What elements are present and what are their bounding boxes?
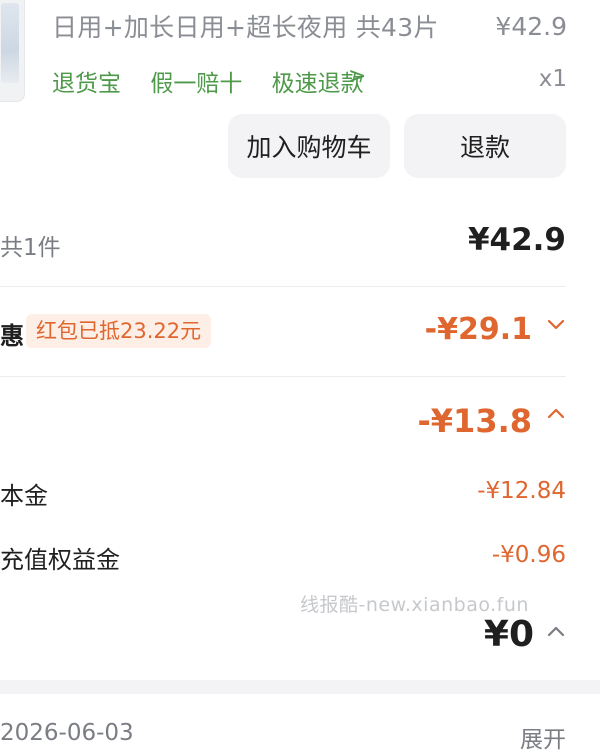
refund-button[interactable]: 退款 <box>404 114 566 178</box>
item-count: 共1件 <box>0 235 61 261</box>
redpack-badge: 红包已抵23.22元 <box>26 314 212 348</box>
service-tags[interactable]: 退货宝 假一赔十 极速退款 <box>52 64 368 98</box>
expand-label: 展开 <box>520 727 566 753</box>
product-variant: 日用+加长日用+超长夜用 共43片 <box>52 13 439 42</box>
chevron-down-icon[interactable] <box>546 314 566 340</box>
product-thumbnail[interactable] <box>0 0 25 102</box>
order-date: 2026-06-03 <box>0 720 134 746</box>
allowance-item-label: 充值权益金 <box>0 546 120 574</box>
watermark: 线报酷-new.xianbao.fun <box>300 594 529 616</box>
order-total: ¥42.9 <box>467 222 566 258</box>
tag-counterfeit-guarantee: 假一赔十 <box>150 71 243 97</box>
expand-button[interactable]: 展开 <box>520 720 566 754</box>
product-image <box>1 3 19 83</box>
allowance-item-value: -¥0.96 <box>491 542 566 568</box>
quantity: x1 <box>538 66 567 92</box>
unit-price: ¥42.9 <box>495 12 567 41</box>
allowance-amount: -¥13.8 <box>417 402 533 440</box>
divider <box>0 376 566 377</box>
add-to-cart-button[interactable]: 加入购物车 <box>228 114 390 178</box>
discount-amount: -¥29.1 <box>424 312 532 347</box>
allowance-item-label: 本金 <box>0 482 48 510</box>
divider <box>0 286 566 287</box>
tag-return-insurance: 退货宝 <box>52 71 121 97</box>
allowance-item-value: -¥12.84 <box>477 478 566 504</box>
chevron-right-icon[interactable]: > <box>348 64 366 89</box>
payment-amount: ¥0 <box>483 614 534 655</box>
section-separator <box>0 680 600 694</box>
chevron-up-icon[interactable] <box>546 622 566 648</box>
chevron-up-icon[interactable] <box>546 404 566 430</box>
discount-label: 惠 <box>0 322 24 350</box>
